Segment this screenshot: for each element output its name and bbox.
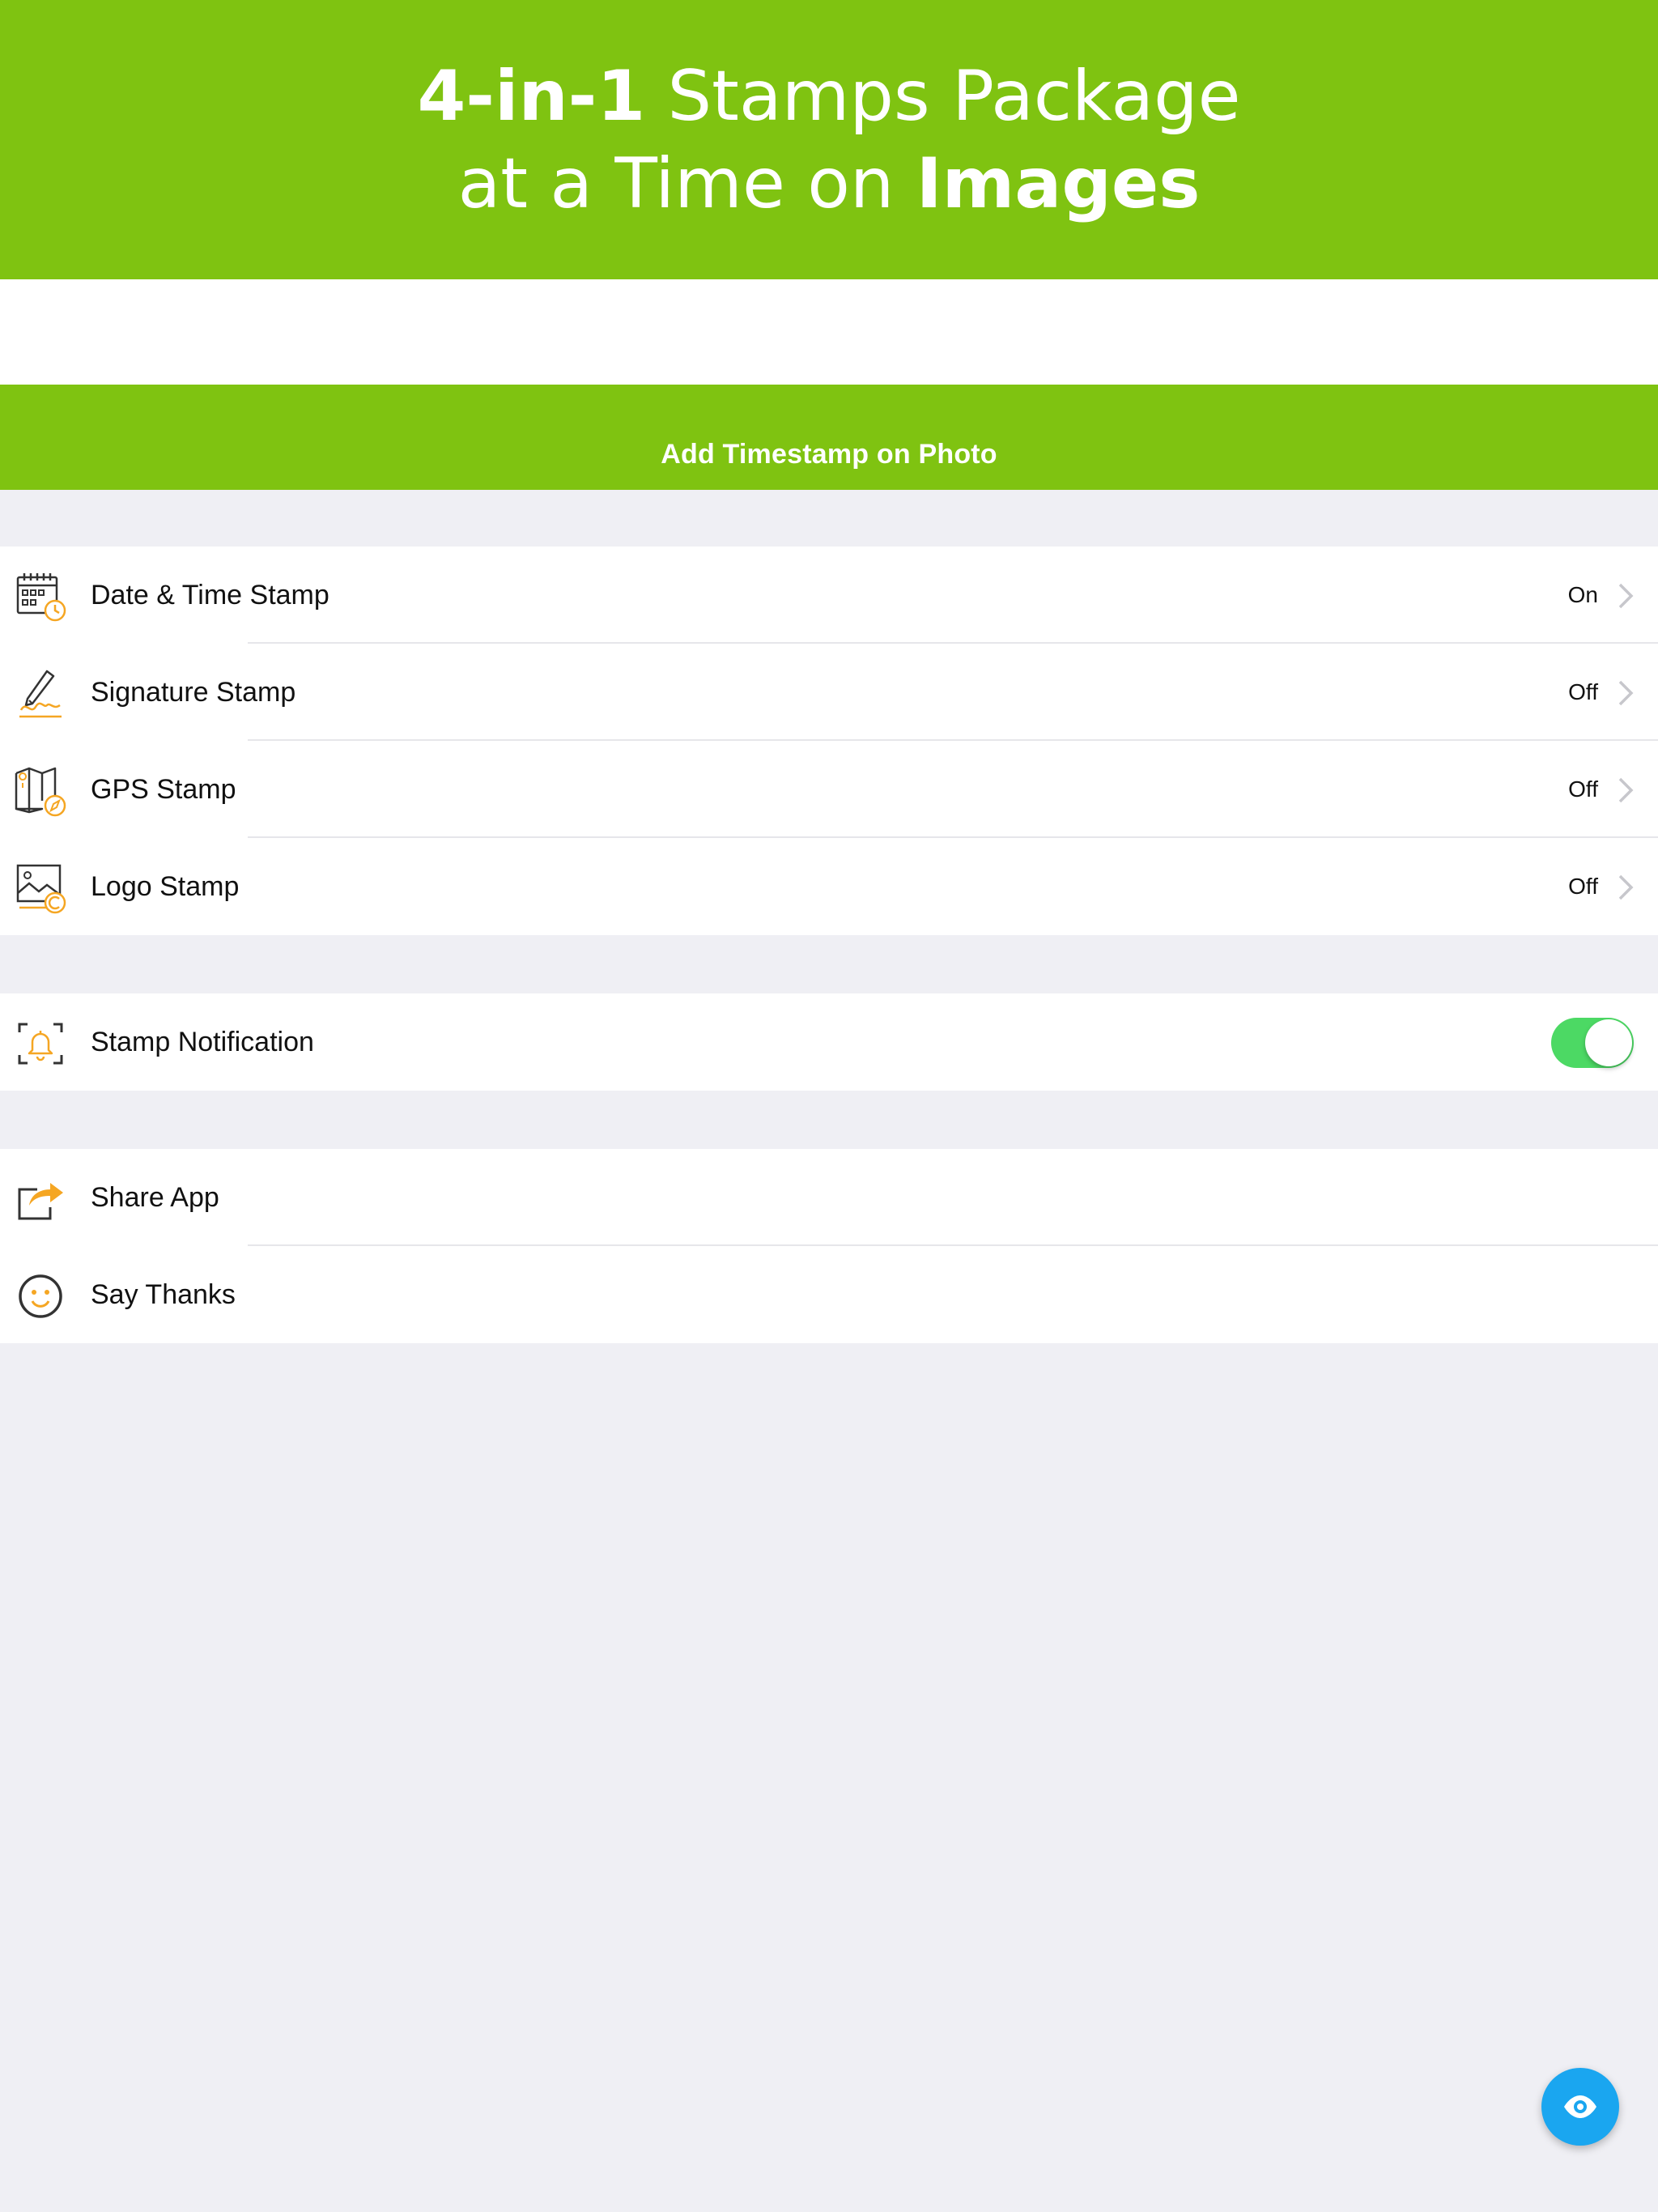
extras-group: Share App Say Thanks	[0, 1149, 1658, 1343]
stamp-label: Logo Stamp	[91, 870, 240, 902]
stamp-row-gps[interactable]: GPS Stamp Off	[0, 741, 1658, 838]
banner-line-1: 4-in-1 Stamps Package	[417, 55, 1241, 137]
status-area	[0, 279, 1658, 385]
stamps-group: Date & Time Stamp On Signature Stamp Off…	[0, 547, 1658, 935]
page-title: Add Timestamp on Photo	[661, 439, 997, 470]
stamp-row-signature[interactable]: Signature Stamp Off	[0, 644, 1658, 741]
share-app-label: Share App	[91, 1181, 219, 1213]
chevron-right-icon	[1618, 874, 1634, 900]
map-compass-icon	[15, 767, 66, 817]
stamp-label: GPS Stamp	[91, 773, 236, 805]
navigation-bar: Add Timestamp on Photo	[0, 385, 1658, 490]
stamp-label: Signature Stamp	[91, 676, 296, 708]
bell-icon	[18, 1023, 63, 1065]
notification-group: Stamp Notification	[0, 993, 1658, 1091]
smiley-icon	[19, 1274, 62, 1318]
stamp-row-date-time[interactable]: Date & Time Stamp On	[0, 547, 1658, 644]
stamp-row-logo[interactable]: Logo Stamp Off	[0, 838, 1658, 935]
stamp-label: Date & Time Stamp	[91, 579, 329, 610]
image-copyright-icon	[16, 864, 66, 914]
eye-icon	[1564, 2095, 1596, 2118]
say-thanks-label: Say Thanks	[91, 1278, 236, 1310]
say-thanks-row[interactable]: Say Thanks	[0, 1246, 1658, 1343]
notification-label: Stamp Notification	[91, 1026, 314, 1057]
preview-fab-button[interactable]	[1541, 2068, 1619, 2146]
stamp-status: On	[1567, 582, 1598, 607]
share-icon	[18, 1183, 63, 1220]
stamp-status: Off	[1568, 874, 1598, 899]
promo-banner: 4-in-1 Stamps Package at a Time on Image…	[0, 0, 1658, 279]
chevron-right-icon	[1618, 777, 1634, 803]
stamp-notification-row: Stamp Notification	[0, 993, 1658, 1091]
stamp-status: Off	[1568, 776, 1598, 802]
banner-line-2: at a Time on Images	[457, 143, 1201, 224]
share-app-row[interactable]: Share App	[0, 1149, 1658, 1246]
stamp-notification-toggle[interactable]	[1551, 1018, 1634, 1068]
toggle-knob	[1585, 1019, 1632, 1066]
chevron-right-icon	[1618, 680, 1634, 706]
chevron-right-icon	[1618, 583, 1634, 609]
calendar-clock-icon	[16, 573, 66, 622]
stamp-status: Off	[1568, 679, 1598, 704]
signature-pen-icon	[19, 670, 62, 718]
